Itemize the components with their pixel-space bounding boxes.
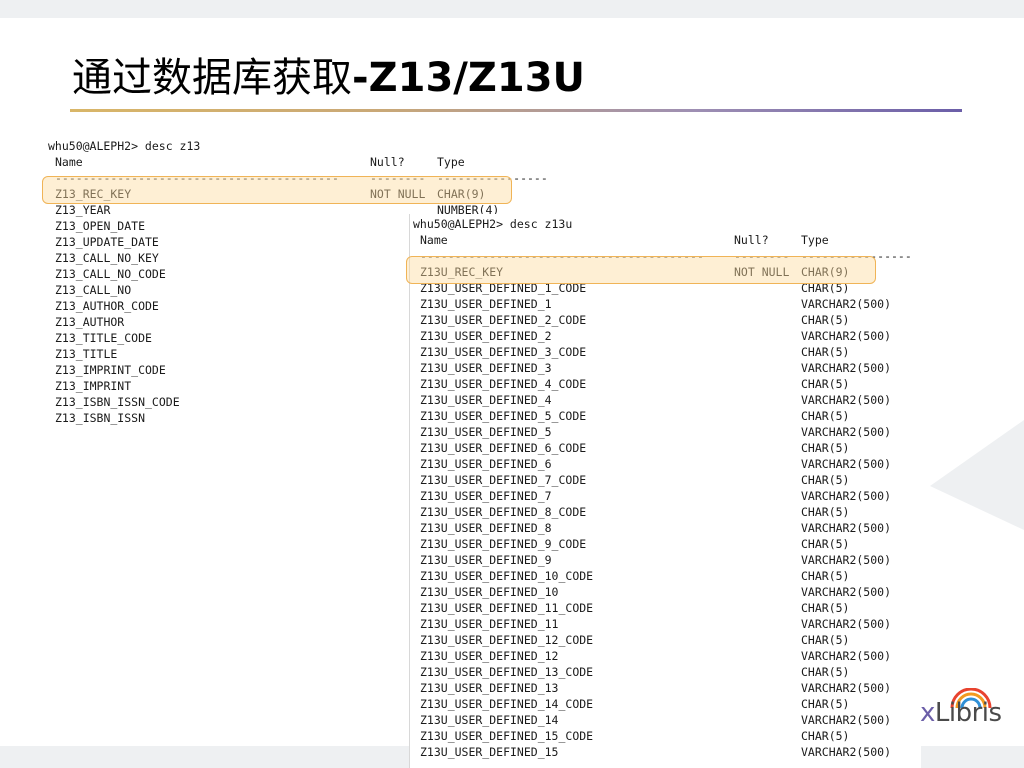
column-type-cell: CHAR(5)	[801, 313, 850, 327]
column-name-cell: Z13_ISBN_ISSN	[55, 411, 146, 425]
column-type-cell: VARCHAR2(500)	[801, 681, 892, 695]
column-name-cell: Z13U_USER_DEFINED_3_CODE	[420, 345, 587, 359]
highlight-z13-rec-key	[42, 176, 512, 204]
logo-prefix: x	[920, 698, 935, 728]
column-type-cell: CHAR(5)	[801, 729, 850, 743]
column-header-type: Type	[801, 233, 829, 247]
column-name-cell: Z13U_USER_DEFINED_15_CODE	[420, 729, 594, 743]
column-name-cell: Z13_CALL_NO_KEY	[55, 251, 159, 265]
column-type-cell: CHAR(5)	[801, 377, 850, 391]
column-type-cell: VARCHAR2(500)	[801, 617, 892, 631]
column-name-cell: Z13U_USER_DEFINED_11_CODE	[420, 601, 594, 615]
column-name-cell: Z13U_USER_DEFINED_15	[420, 745, 559, 759]
column-type-cell: VARCHAR2(500)	[801, 393, 892, 407]
column-name-cell: Z13U_USER_DEFINED_13_CODE	[420, 665, 594, 679]
logo-text: Libris	[934, 698, 1002, 728]
column-name-cell: Z13_TITLE_CODE	[55, 331, 152, 345]
column-name-cell: Z13U_USER_DEFINED_14_CODE	[420, 697, 594, 711]
column-name-cell: Z13_CALL_NO_CODE	[55, 267, 166, 281]
column-type-cell: VARCHAR2(500)	[801, 361, 892, 375]
column-type-cell: VARCHAR2(500)	[801, 425, 892, 439]
column-type-cell: VARCHAR2(500)	[801, 745, 892, 759]
column-name-cell: Z13_CALL_NO	[55, 283, 132, 297]
column-name-cell: Z13U_USER_DEFINED_12_CODE	[420, 633, 594, 647]
column-type-cell: VARCHAR2(500)	[801, 457, 892, 471]
column-type-cell: VARCHAR2(500)	[801, 553, 892, 567]
column-type-cell: VARCHAR2(500)	[801, 329, 892, 343]
column-name-cell: Z13U_USER_DEFINED_14	[420, 713, 559, 727]
slide-title-cn: 通过数据库获取	[72, 55, 352, 101]
column-type-cell: CHAR(5)	[801, 441, 850, 455]
column-name-cell: Z13U_USER_DEFINED_10	[420, 585, 559, 599]
column-name-cell: Z13U_USER_DEFINED_7	[420, 489, 552, 503]
title-divider	[70, 109, 962, 112]
column-type-cell: CHAR(5)	[801, 665, 850, 679]
column-name-cell: Z13U_USER_DEFINED_13	[420, 681, 559, 695]
column-name-cell: Z13U_USER_DEFINED_3	[420, 361, 552, 375]
column-type-cell: CHAR(5)	[801, 537, 850, 551]
column-name-cell: Z13_IMPRINT_CODE	[55, 363, 166, 377]
column-name-cell: Z13U_USER_DEFINED_12	[420, 649, 559, 663]
column-type-cell: CHAR(5)	[801, 345, 850, 359]
column-name-cell: Z13U_USER_DEFINED_6_CODE	[420, 441, 587, 455]
column-type-cell: CHAR(5)	[801, 569, 850, 583]
column-header-null: Null?	[734, 233, 769, 247]
column-header-null: Null?	[370, 155, 405, 169]
column-name-cell: Z13_UPDATE_DATE	[55, 235, 159, 249]
terminal-prompt: whu50@ALEPH2> desc z13u	[413, 217, 573, 231]
column-name-cell: Z13_AUTHOR_CODE	[55, 299, 159, 313]
column-name-cell: Z13U_USER_DEFINED_5_CODE	[420, 409, 587, 423]
column-name-cell: Z13U_USER_DEFINED_9_CODE	[420, 537, 587, 551]
column-name-cell: Z13U_USER_DEFINED_7_CODE	[420, 473, 587, 487]
column-name-cell: Z13U_USER_DEFINED_2_CODE	[420, 313, 587, 327]
column-type-cell: CHAR(5)	[801, 409, 850, 423]
top-band	[0, 0, 1024, 18]
slide-title-latin: -Z13/Z13U	[352, 55, 586, 101]
column-name-cell: Z13_ISBN_ISSN_CODE	[55, 395, 180, 409]
column-name-cell: Z13U_USER_DEFINED_2	[420, 329, 552, 343]
decorative-shape	[930, 420, 1024, 530]
column-name-cell: Z13U_USER_DEFINED_8_CODE	[420, 505, 587, 519]
column-type-cell: VARCHAR2(500)	[801, 521, 892, 535]
column-name-cell: Z13_AUTHOR	[55, 315, 125, 329]
column-type-cell: CHAR(5)	[801, 697, 850, 711]
highlight-z13u-rec-key	[406, 256, 876, 284]
column-name-cell: Z13_YEAR	[55, 203, 111, 217]
column-name-cell: Z13U_USER_DEFINED_6	[420, 457, 552, 471]
column-name-cell: Z13U_USER_DEFINED_1	[420, 297, 552, 311]
column-header-type: Type	[437, 155, 465, 169]
column-type-cell: VARCHAR2(500)	[801, 489, 892, 503]
terminal-prompt: whu50@ALEPH2> desc z13	[48, 139, 201, 153]
terminal-desc-z13u: whu50@ALEPH2> desc z13u Name Null? Type …	[409, 214, 921, 768]
column-type-cell: CHAR(5)	[801, 473, 850, 487]
column-name-cell: Z13U_USER_DEFINED_10_CODE	[420, 569, 594, 583]
column-header-name: Name	[55, 155, 83, 169]
slide-title: 通过数据库获取-Z13/Z13U	[72, 52, 585, 104]
column-name-cell: Z13U_USER_DEFINED_9	[420, 553, 552, 567]
column-name-cell: Z13U_USER_DEFINED_5	[420, 425, 552, 439]
column-name-cell: Z13_TITLE	[55, 347, 118, 361]
column-type-cell: CHAR(5)	[801, 601, 850, 615]
column-header-name: Name	[420, 233, 448, 247]
column-name-cell: Z13_IMPRINT	[55, 379, 132, 393]
column-name-cell: Z13_OPEN_DATE	[55, 219, 146, 233]
column-type-cell: VARCHAR2(500)	[801, 297, 892, 311]
exlibris-logo: xLibris	[920, 688, 1016, 732]
column-type-cell: CHAR(5)	[801, 633, 850, 647]
column-name-cell: Z13U_USER_DEFINED_4_CODE	[420, 377, 587, 391]
column-type-cell: VARCHAR2(500)	[801, 649, 892, 663]
column-type-cell: VARCHAR2(500)	[801, 585, 892, 599]
column-name-cell: Z13U_USER_DEFINED_8	[420, 521, 552, 535]
column-type-cell: CHAR(5)	[801, 505, 850, 519]
column-type-cell: VARCHAR2(500)	[801, 713, 892, 727]
column-name-cell: Z13U_USER_DEFINED_4	[420, 393, 552, 407]
column-name-cell: Z13U_USER_DEFINED_11	[420, 617, 559, 631]
